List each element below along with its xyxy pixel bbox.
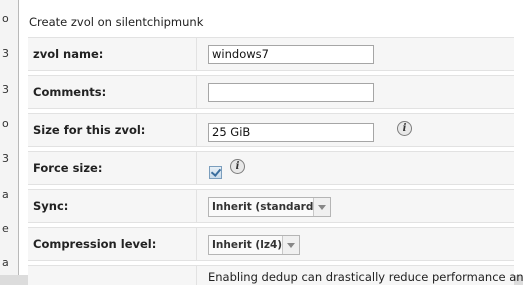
background-text: e (2, 222, 9, 235)
label-cell: zvol name: (28, 38, 197, 70)
comments-label: Comments: (33, 85, 107, 99)
info-icon[interactable]: i (397, 121, 412, 136)
label-cell (28, 266, 197, 285)
zvol-name-input[interactable]: windows7 (208, 45, 374, 64)
label-cell: Size for this zvol: (28, 114, 197, 146)
label-cell: Sync: (28, 190, 197, 222)
comments-input[interactable] (208, 83, 374, 102)
form-row-sync: Sync: Inherit (standard) (28, 189, 514, 223)
background-text: 3 (2, 152, 9, 165)
create-zvol-dialog: Create zvol on silentchipmunk zvol name:… (18, 0, 523, 285)
form-row-dedup: Enabling dedup can drastically reduce pe… (28, 265, 523, 285)
form-row-comments: Comments: (28, 75, 514, 109)
size-input[interactable]: 25 GiB (208, 123, 374, 142)
label-cell: Compression level: (28, 228, 197, 260)
zvol-name-label: zvol name: (33, 47, 104, 61)
background-text: 3 (2, 47, 9, 60)
form-row-size: Size for this zvol: 25 GiB i (28, 113, 514, 147)
force-size-checkbox[interactable] (209, 166, 222, 179)
label-cell: Force size: (28, 152, 197, 184)
sync-select[interactable]: Inherit (standard) (208, 197, 331, 217)
chevron-down-icon[interactable] (313, 198, 330, 216)
background-text: a (2, 256, 9, 269)
sync-label: Sync: (33, 199, 69, 213)
compression-label: Compression level: (33, 237, 157, 251)
sync-select-value: Inherit (standard) (212, 201, 319, 213)
background-text: 3 (2, 83, 9, 96)
dedup-warning-text: Enabling dedup can drastically reduce pe… (208, 270, 523, 284)
size-label: Size for this zvol: (33, 123, 146, 137)
compression-select-value: Inherit (lz4) (212, 239, 283, 251)
background-text: o (2, 117, 9, 130)
background-text: o (2, 12, 9, 25)
background-page-edge: o 3 3 o 3 a e a (0, 0, 19, 275)
form-row-force-size: Force size: i (28, 151, 514, 185)
compression-select[interactable]: Inherit (lz4) (208, 235, 300, 255)
background-text: a (2, 188, 9, 201)
form-row-compression: Compression level: Inherit (lz4) (28, 227, 514, 261)
force-size-label: Force size: (33, 161, 103, 175)
form-row-zvol-name: zvol name: windows7 (28, 37, 514, 71)
chevron-down-icon[interactable] (282, 236, 299, 254)
info-icon[interactable]: i (230, 159, 245, 174)
dialog-title: Create zvol on silentchipmunk (29, 15, 204, 29)
label-cell: Comments: (28, 76, 197, 108)
